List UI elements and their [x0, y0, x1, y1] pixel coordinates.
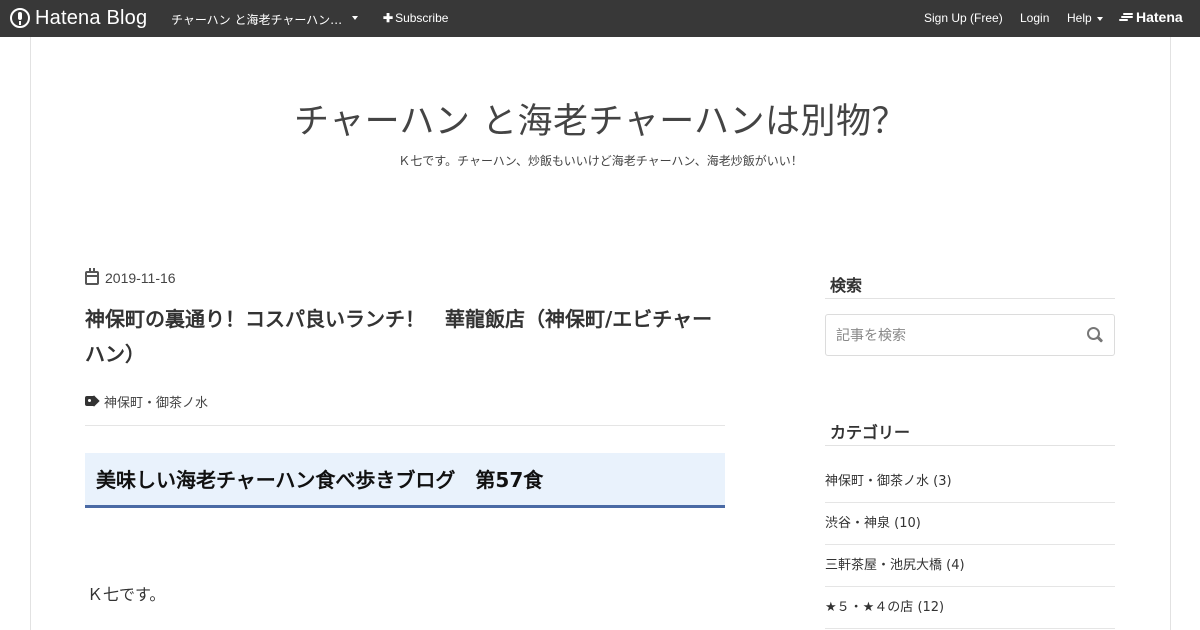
hatena-logo-text: Hatena	[1136, 9, 1183, 25]
entry-title[interactable]: 神保町の裏通り！コスパ良いランチ！ 華龍飯店（神保町/エビチャーハン）	[85, 302, 725, 372]
category-link[interactable]: ★５・★４の店 (12)	[825, 587, 1115, 629]
chevron-down-icon[interactable]	[352, 16, 358, 20]
sidebar-search-divider	[825, 298, 1115, 299]
signup-link[interactable]: Sign Up (Free)	[924, 11, 1003, 25]
blog-name-menu[interactable]: チャーハン と海老チャーハン…	[171, 11, 342, 28]
hatena-logo-link[interactable]: Hatena	[1119, 9, 1183, 25]
hatena-blog-logo-icon	[10, 8, 30, 28]
entry-category-label: 神保町・御茶ノ水	[104, 396, 209, 411]
section-heading: 美味しい海老チャーハン食べ歩きブログ 第57食	[85, 453, 725, 508]
entry-paragraph: Ｋ七です。	[87, 585, 166, 604]
hatena-speed-icon	[1119, 12, 1133, 22]
blog-description: Ｋ七です。チャーハン、炒飯もいいけど海老チャーハン、海老炒飯がいい！	[398, 154, 803, 168]
blog-title[interactable]: チャーハン と海老チャーハンは別物？	[31, 93, 1170, 144]
hatena-blog-logo-text: Hatena Blog	[35, 6, 148, 29]
entry-date-text: 2019-11-16	[105, 270, 176, 286]
category-link[interactable]: 渋谷・神泉 (10)	[825, 503, 1115, 545]
sidebar-search-heading: 検索	[830, 276, 863, 295]
search-icon[interactable]	[1087, 327, 1103, 343]
search-form	[825, 314, 1115, 356]
calendar-icon	[85, 268, 99, 285]
help-menu[interactable]: Help	[1067, 11, 1092, 25]
subscribe-button[interactable]: ✚ Subscribe	[383, 11, 448, 25]
search-input[interactable]	[836, 325, 1076, 347]
entry-date[interactable]: 2019-11-16	[85, 268, 176, 286]
category-link[interactable]: 神保町・御茶ノ水 (3)	[825, 461, 1115, 503]
plus-icon: ✚	[383, 11, 394, 25]
sidebar-category-heading: カテゴリー	[830, 423, 911, 442]
tag-icon	[85, 395, 99, 409]
entry-header-divider	[85, 425, 725, 426]
login-link[interactable]: Login	[1020, 11, 1049, 25]
hatena-global-header: Hatena Blog チャーハン と海老チャーハン… ✚ Subscribe S…	[0, 0, 1200, 37]
hatena-blog-logo[interactable]: Hatena Blog	[10, 7, 147, 29]
subscribe-label: Subscribe	[395, 11, 449, 25]
entry-category[interactable]: 神保町・御茶ノ水	[85, 392, 208, 411]
chevron-down-icon[interactable]	[1097, 17, 1103, 21]
category-link[interactable]: 三軒茶屋・池尻大橋 (4)	[825, 545, 1115, 587]
sidebar-category-divider	[825, 445, 1115, 446]
